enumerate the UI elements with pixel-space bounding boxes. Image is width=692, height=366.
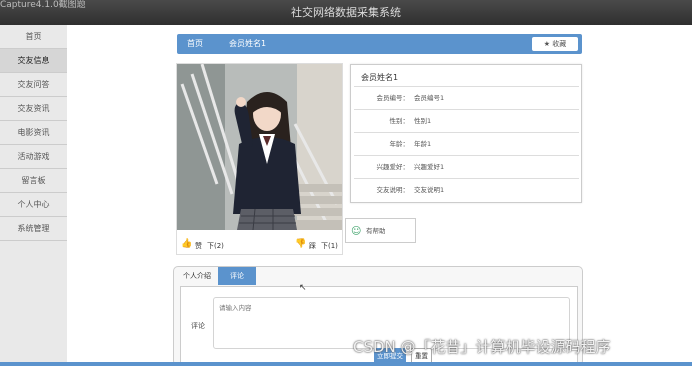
info-row-age: 年龄： 年龄1: [354, 132, 579, 154]
tab-comment[interactable]: 评论: [218, 267, 256, 285]
sidebar-item-personal-center[interactable]: 个人中心: [0, 193, 67, 217]
favorite-button[interactable]: ★ 收藏: [532, 37, 578, 51]
sidebar-item-dating-qa[interactable]: 交友问答: [0, 73, 67, 97]
sidebar-item-system-admin[interactable]: 系统管理: [0, 217, 67, 241]
vote-row: 👍 赞 下(2) 👎 踩 下(1): [177, 239, 342, 253]
system-title: 社交网络数据采集系统: [291, 6, 401, 19]
info-value: 会员编号1: [414, 94, 445, 102]
feedback-box[interactable]: ☺ 有帮助: [345, 218, 416, 243]
photo-card: 👍 赞 下(2) 👎 踩 下(1): [176, 63, 343, 255]
info-row-hobbies: 兴趣爱好： 兴趣爱好1: [354, 155, 579, 177]
top-bar: Capture4.1.0截图题 社交网络数据采集系统: [0, 0, 692, 25]
smile-icon: ☺: [351, 226, 362, 237]
info-row-member-id: 会员编号： 会员编号1: [354, 86, 579, 108]
like-count: 下(2): [207, 242, 224, 250]
sidebar-item-dating-news[interactable]: 交友资讯: [0, 97, 67, 121]
detail-breadcrumb-bar: 首页 会员姓名1 ★ 收藏: [177, 34, 582, 54]
profile-photo-illustration: [177, 64, 342, 230]
member-name-heading: 会员姓名1: [361, 73, 399, 82]
info-label: 年龄：: [389, 140, 410, 148]
sidebar: 首页 交友信息 交友问答 交友资讯 电影资讯 活动游戏 留言板 个人中心 系统管…: [0, 25, 67, 366]
main-content: 首页 会员姓名1 ★ 收藏 👍 赞 下(2) 👎 踩 下(1) 会员姓名1 会员…: [67, 25, 692, 366]
sidebar-item-movie-news[interactable]: 电影资讯: [0, 121, 67, 145]
sidebar-item-message-board[interactable]: 留言板: [0, 169, 67, 193]
profile-photo: [177, 64, 342, 230]
sidebar-item-home[interactable]: 首页: [0, 25, 67, 49]
info-label: 性别：: [389, 117, 410, 125]
bottom-strip: [0, 362, 692, 366]
info-row-gender: 性别： 性别1: [354, 109, 579, 131]
sidebar-item-games[interactable]: 活动游戏: [0, 145, 67, 169]
info-value: 性别1: [414, 117, 432, 125]
info-label: 会员编号：: [376, 94, 410, 102]
breadcrumb-current: 会员姓名1: [229, 39, 267, 48]
comment-label: 评论: [191, 322, 205, 330]
tab-personal-intro[interactable]: 个人介绍: [178, 267, 216, 285]
member-info-card: 会员姓名1 会员编号： 会员编号1 性别： 性别1 年龄： 年龄1 兴趣爱好： …: [350, 64, 582, 203]
info-row-dating-note: 交友说明： 交友说明1: [354, 178, 579, 200]
breadcrumb-home[interactable]: 首页: [187, 34, 203, 54]
info-value: 兴趣爱好1: [414, 163, 445, 171]
dislike-label[interactable]: 踩: [309, 241, 316, 251]
star-icon: ★: [543, 40, 551, 48]
dislike-count: 下(1): [321, 242, 338, 250]
mouse-cursor-icon: ↖: [299, 283, 307, 293]
info-value: 年龄1: [414, 140, 432, 148]
like-label[interactable]: 赞: [195, 241, 202, 251]
thumbs-down-icon[interactable]: 👎: [295, 239, 306, 249]
watermark-text: CSDN @「花昔」计算机毕设源码程序: [353, 338, 611, 356]
favorite-label: 收藏: [552, 40, 567, 48]
info-label: 兴趣爱好：: [376, 163, 410, 171]
feedback-label: 有帮助: [366, 227, 386, 235]
thumbs-up-icon[interactable]: 👍: [181, 239, 192, 249]
info-value: 交友说明1: [414, 186, 445, 194]
sidebar-item-dating-info[interactable]: 交友信息: [0, 49, 67, 73]
info-label: 交友说明：: [376, 186, 410, 194]
